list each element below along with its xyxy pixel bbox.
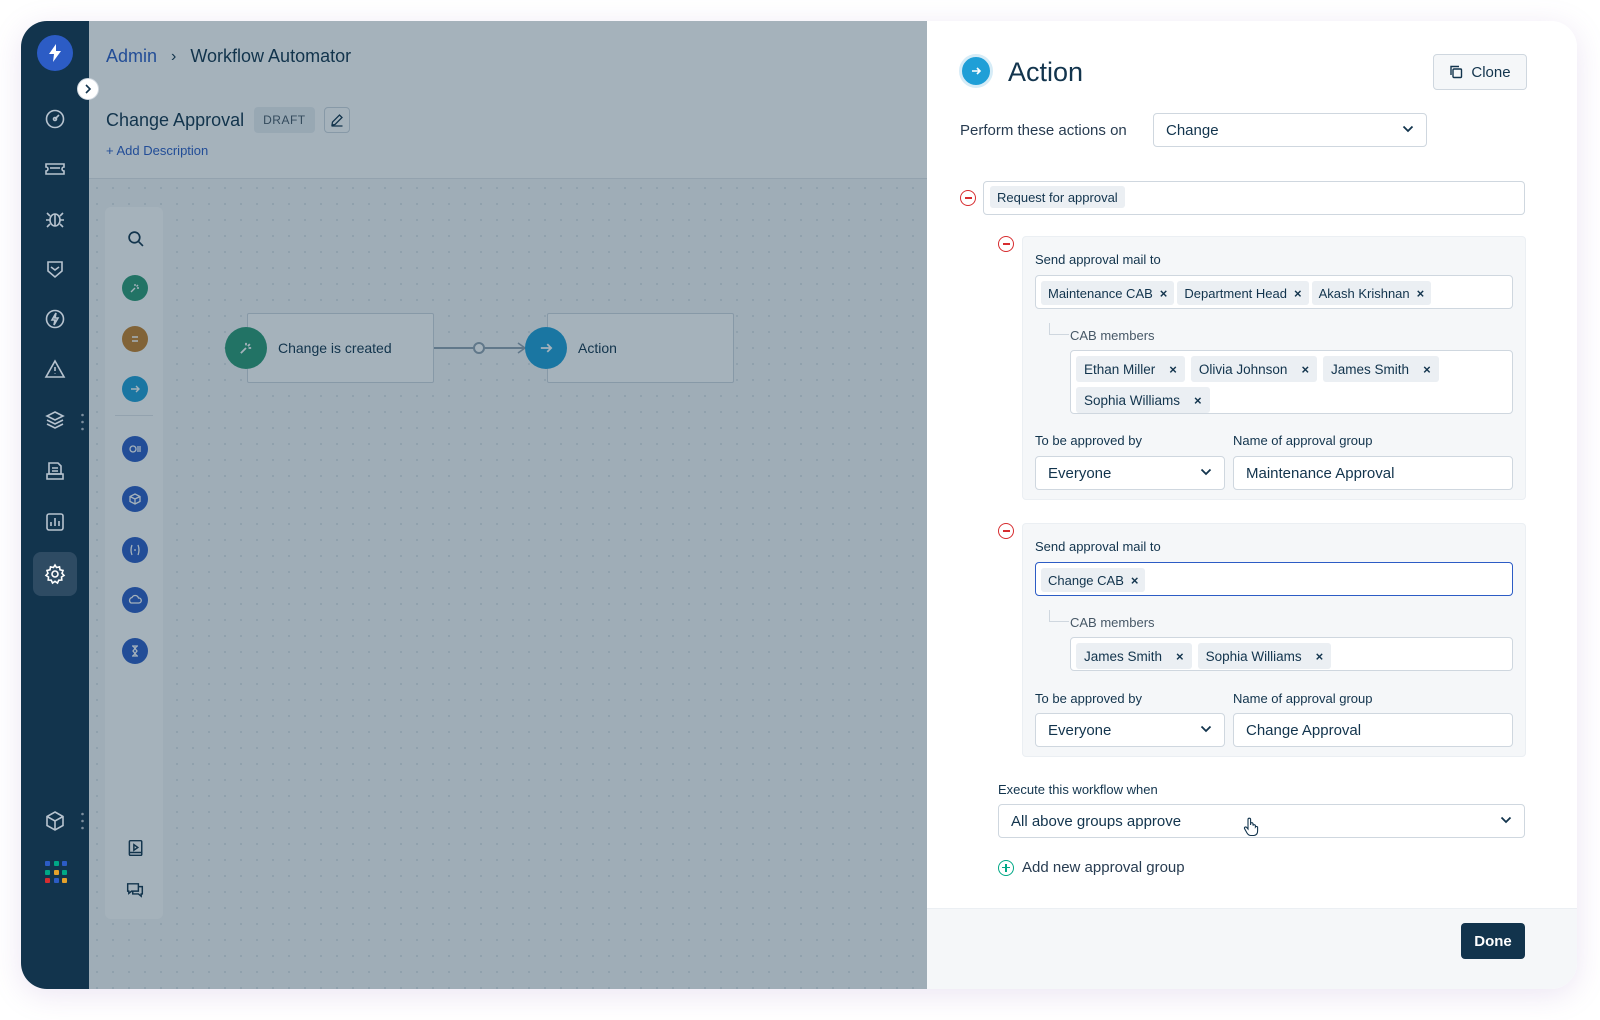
approval-group-1: Send approval mail to Maintenance CAB × D… <box>1022 236 1526 500</box>
perform-on-value: Change <box>1166 121 1219 139</box>
recipient-tag[interactable]: Department Head × <box>1177 281 1309 305</box>
releases-icon[interactable] <box>33 297 77 341</box>
cab-members-input[interactable]: James Smith × Sophia Williams × <box>1070 637 1513 671</box>
chevron-down-icon <box>1200 725 1212 733</box>
copy-icon <box>1450 65 1463 79</box>
recipients-input[interactable]: Change CAB × <box>1035 562 1513 596</box>
cab-member-tag[interactable]: Olivia Johnson × <box>1190 356 1318 382</box>
group-name-value: Maintenance Approval <box>1246 464 1395 482</box>
remove-group-icon[interactable] <box>998 236 1014 252</box>
cab-members-label: CAB members <box>1070 615 1155 630</box>
action-type-field[interactable]: Request for approval <box>983 181 1525 215</box>
cab-member-tag[interactable]: Sophia Williams × <box>1076 387 1210 413</box>
remove-action-icon[interactable] <box>960 190 976 206</box>
send-mail-label: Send approval mail to <box>1035 539 1161 554</box>
drag-handle-icon[interactable] <box>81 812 84 830</box>
tickets-icon[interactable] <box>33 147 77 191</box>
remove-tag-icon[interactable]: × <box>1160 286 1168 301</box>
admin-settings-icon[interactable] <box>33 552 77 596</box>
remove-tag-icon[interactable]: × <box>1417 286 1425 301</box>
group-name-input[interactable]: Change Approval <box>1233 713 1513 747</box>
chevron-down-icon <box>1500 816 1512 824</box>
sidebar-expand-button[interactable] <box>77 78 99 100</box>
app-window: Admin › Workflow Automator Change Approv… <box>21 21 1577 989</box>
solutions-icon[interactable] <box>33 449 77 493</box>
execute-when-select[interactable]: All above groups approve <box>998 804 1525 838</box>
dashboard-icon[interactable] <box>33 97 77 141</box>
action-type-tag: Request for approval <box>990 186 1125 208</box>
hand-cursor-icon <box>1243 817 1259 837</box>
cab-member-tag[interactable]: James Smith × <box>1076 643 1192 669</box>
approved-by-label: To be approved by <box>1035 691 1142 706</box>
remove-tag-icon[interactable]: × <box>1169 362 1177 377</box>
drag-handle-icon[interactable] <box>81 413 84 431</box>
reports-icon[interactable] <box>33 500 77 544</box>
approved-by-select[interactable]: Everyone <box>1035 456 1225 490</box>
done-button[interactable]: Done <box>1461 923 1525 959</box>
apps-grid-icon[interactable] <box>45 861 67 883</box>
panel-footer: Done <box>927 908 1577 989</box>
send-mail-label: Send approval mail to <box>1035 252 1161 267</box>
recipient-tag[interactable]: Change CAB × <box>1041 568 1146 592</box>
perform-on-label: Perform these actions on <box>960 122 1127 139</box>
changes-icon[interactable] <box>33 247 77 291</box>
remove-tag-icon[interactable]: × <box>1176 649 1184 664</box>
problems-icon[interactable] <box>33 197 77 241</box>
remove-group-icon[interactable] <box>998 523 1014 539</box>
sidebar <box>21 21 89 989</box>
clone-label: Clone <box>1471 63 1511 81</box>
approved-by-select[interactable]: Everyone <box>1035 713 1225 747</box>
group-name-label: Name of approval group <box>1233 433 1373 448</box>
approved-by-value: Everyone <box>1048 464 1112 482</box>
group-name-input[interactable]: Maintenance Approval <box>1233 456 1513 490</box>
remove-tag-icon[interactable]: × <box>1294 286 1302 301</box>
plus-circle-icon <box>998 859 1014 876</box>
product-logo-icon[interactable] <box>37 35 73 71</box>
recipient-tag[interactable]: Akash Krishnan × <box>1311 281 1432 305</box>
cab-member-tag[interactable]: James Smith × <box>1323 356 1439 382</box>
remove-tag-icon[interactable]: × <box>1194 393 1202 408</box>
action-icon <box>959 54 993 88</box>
tree-connector <box>1049 610 1069 622</box>
recipient-tag[interactable]: Maintenance CAB × <box>1041 281 1175 305</box>
action-panel: Action Clone Perform these actions on Ch… <box>927 21 1577 989</box>
assets-icon[interactable] <box>33 398 77 442</box>
group-name-label: Name of approval group <box>1233 691 1373 706</box>
remove-tag-icon[interactable]: × <box>1301 362 1309 377</box>
clone-button[interactable]: Clone <box>1433 54 1527 90</box>
execute-when-value: All above groups approve <box>1011 812 1182 830</box>
remove-tag-icon[interactable]: × <box>1131 573 1139 588</box>
execute-when-label: Execute this workflow when <box>998 782 1158 797</box>
modal-overlay[interactable] <box>89 21 927 989</box>
add-approval-group-button[interactable]: Add new approval group <box>998 859 1185 876</box>
recipients-input[interactable]: Maintenance CAB × Department Head × Akash … <box>1035 275 1513 309</box>
approved-by-value: Everyone <box>1048 721 1112 739</box>
add-approval-group-label: Add new approval group <box>1022 859 1185 876</box>
cab-member-tag[interactable]: Ethan Miller × <box>1076 356 1185 382</box>
chevron-down-icon <box>1200 468 1212 476</box>
alerts-icon[interactable] <box>33 347 77 391</box>
cab-members-label: CAB members <box>1070 328 1155 343</box>
group-name-value: Change Approval <box>1246 721 1362 739</box>
workflow-editor: Admin › Workflow Automator Change Approv… <box>89 21 927 989</box>
tree-connector <box>1049 323 1069 335</box>
cab-members-input[interactable]: Ethan Miller × Olivia Johnson × James Smit… <box>1070 350 1513 414</box>
cab-member-tag[interactable]: Sophia Williams × <box>1197 643 1332 669</box>
panel-title: Action <box>1008 57 1084 87</box>
approved-by-label: To be approved by <box>1035 433 1142 448</box>
approval-group-2: Send approval mail to Change CAB × CAB me… <box>1022 523 1526 757</box>
remove-tag-icon[interactable]: × <box>1316 649 1324 664</box>
marketplace-icon[interactable] <box>33 799 77 843</box>
remove-tag-icon[interactable]: × <box>1423 362 1431 377</box>
perform-on-select[interactable]: Change <box>1153 113 1427 147</box>
chevron-down-icon <box>1402 125 1414 133</box>
